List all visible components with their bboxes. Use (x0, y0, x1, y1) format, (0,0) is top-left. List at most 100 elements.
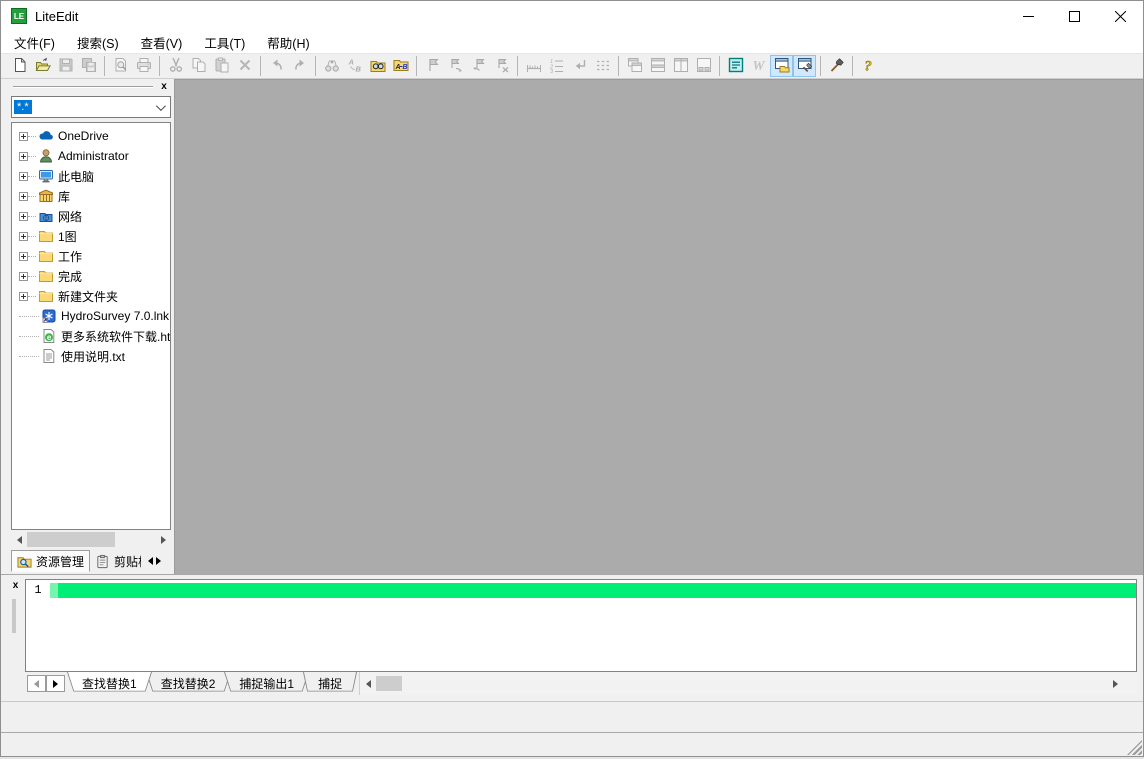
tab-explorer[interactable]: 资源管理 (11, 550, 90, 572)
clear-bookmarks-button[interactable] (490, 55, 513, 77)
tree-item-shortcut[interactable]: HydroSurvey 7.0.lnk (12, 306, 170, 326)
scrollbar-thumb[interactable] (376, 676, 402, 691)
output-tabs-scroll-right[interactable] (46, 675, 65, 692)
scroll-right-arrow[interactable] (1107, 675, 1123, 692)
file-filter-combobox[interactable]: *.* (11, 96, 171, 118)
print-preview-button[interactable] (109, 55, 132, 77)
output-tabs-scroll-left[interactable] (27, 675, 46, 692)
open-file-button[interactable] (31, 55, 54, 77)
menu-view[interactable]: 查看(V) (130, 30, 194, 55)
tab-find-replace-1[interactable]: 查找替换1 (67, 672, 152, 695)
tab-scroll-left-arrow[interactable] (148, 557, 153, 565)
delete-button[interactable] (233, 55, 256, 77)
toggle-bookmark-button[interactable] (421, 55, 444, 77)
toolbar-separator (517, 56, 518, 76)
toggle-explorer-panel-button[interactable] (770, 55, 793, 77)
close-button[interactable] (1097, 1, 1143, 31)
save-all-button[interactable] (77, 55, 100, 77)
resize-grip-icon[interactable] (1127, 740, 1142, 755)
copy-button[interactable] (187, 55, 210, 77)
ruler-button[interactable] (522, 55, 545, 77)
minimize-button[interactable] (1005, 1, 1051, 31)
word-wrap-button[interactable]: W (747, 55, 770, 77)
tab-clipboard[interactable]: 剪贴板 (90, 550, 146, 572)
tab-capture-output-2[interactable]: 捕捉 (303, 672, 357, 695)
redo-button[interactable] (288, 55, 311, 77)
tree-item-libraries[interactable]: 库 (12, 186, 170, 206)
line-numbers-button[interactable]: 123 (545, 55, 568, 77)
tree-item-label: 工作 (58, 248, 82, 265)
tab-scroll-right-arrow[interactable] (156, 557, 161, 565)
output-panel-icon (797, 57, 813, 76)
tree-item-this-pc[interactable]: 此电脑 (12, 166, 170, 186)
editor-options-button[interactable] (724, 55, 747, 77)
help-button[interactable]: ? (857, 55, 880, 77)
tree-item-onedrive[interactable]: OneDrive (12, 126, 170, 146)
sidebar-drag-handle[interactable] (13, 86, 153, 88)
cascade-windows-button[interactable] (623, 55, 646, 77)
tree-item-folder-2[interactable]: 工作 (12, 246, 170, 266)
expand-plus-icon[interactable] (19, 132, 28, 141)
tab-capture-output-1[interactable]: 捕捉输出1 (224, 672, 309, 695)
arrange-icons-button[interactable] (692, 55, 715, 77)
network-icon (38, 208, 55, 224)
line-break-button[interactable] (568, 55, 591, 77)
previous-bookmark-button[interactable] (467, 55, 490, 77)
expand-plus-icon[interactable] (19, 172, 28, 181)
new-file-button[interactable] (8, 55, 31, 77)
tile-horizontal-button[interactable] (646, 55, 669, 77)
scroll-right-arrow[interactable] (155, 531, 171, 548)
tree-item-folder-4[interactable]: 新建文件夹 (12, 286, 170, 306)
scrollbar-thumb[interactable] (27, 532, 115, 547)
output-panel-drag-handle[interactable] (12, 599, 16, 633)
tree-item-label: 库 (58, 188, 70, 205)
svg-text:e: e (47, 333, 52, 342)
menu-search[interactable]: 搜索(S) (66, 30, 130, 55)
sidebar-horizontal-scrollbar[interactable] (11, 531, 171, 548)
replace-button[interactable]: AB (343, 55, 366, 77)
caret-block (50, 583, 58, 598)
find-in-files-button[interactable] (366, 55, 389, 77)
tree-item-html[interactable]: e更多系统软件下载.htm (12, 326, 170, 346)
expand-plus-icon[interactable] (19, 272, 28, 281)
next-bookmark-button[interactable] (444, 55, 467, 77)
expand-plus-icon[interactable] (19, 152, 28, 161)
find-button[interactable] (320, 55, 343, 77)
print-button[interactable] (132, 55, 155, 77)
whitespace-dots-icon (595, 57, 611, 76)
output-editor[interactable]: 1 (25, 579, 1137, 672)
menu-file[interactable]: 文件(F) (3, 30, 66, 55)
tree-item-txt[interactable]: 使用说明.txt (12, 346, 170, 366)
undo-button[interactable] (265, 55, 288, 77)
maximize-button[interactable] (1051, 1, 1097, 31)
output-panel-close-button[interactable]: x (9, 580, 22, 593)
toggle-output-panel-button[interactable] (793, 55, 816, 77)
expand-plus-icon[interactable] (19, 232, 28, 241)
output-horizontal-scrollbar[interactable] (359, 672, 1137, 695)
tree-item-label: 网络 (58, 208, 82, 225)
expand-plus-icon[interactable] (19, 192, 28, 201)
tree-item-folder-3[interactable]: 完成 (12, 266, 170, 286)
show-whitespace-button[interactable] (591, 55, 614, 77)
chevron-down-icon[interactable] (156, 101, 166, 111)
save-button[interactable] (54, 55, 77, 77)
tree-item-administrator[interactable]: Administrator (12, 146, 170, 166)
toolbar: AB AB 123 W ? (1, 53, 1143, 79)
sidebar-close-button[interactable]: x (157, 80, 171, 94)
tile-vertical-button[interactable] (669, 55, 692, 77)
menu-help[interactable]: 帮助(H) (256, 30, 320, 55)
tree-item-network[interactable]: 网络 (12, 206, 170, 226)
cut-button[interactable] (164, 55, 187, 77)
scroll-left-arrow[interactable] (11, 531, 27, 548)
menu-tools[interactable]: 工具(T) (193, 30, 256, 55)
tools-button[interactable] (825, 55, 848, 77)
tab-find-replace-2[interactable]: 查找替换2 (146, 672, 231, 695)
expand-plus-icon[interactable] (19, 292, 28, 301)
scroll-left-arrow[interactable] (360, 675, 376, 692)
folder-icon (38, 228, 55, 244)
expand-plus-icon[interactable] (19, 252, 28, 261)
paste-button[interactable] (210, 55, 233, 77)
tree-item-folder-1[interactable]: 1图 (12, 226, 170, 246)
replace-in-files-button[interactable]: AB (389, 55, 412, 77)
expand-plus-icon[interactable] (19, 212, 28, 221)
